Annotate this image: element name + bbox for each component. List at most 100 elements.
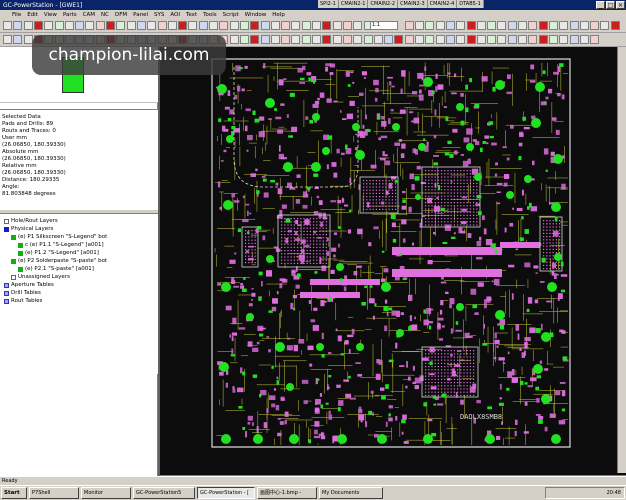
- toolbar-button[interactable]: [425, 21, 435, 30]
- menu-aoi[interactable]: AOI: [167, 12, 183, 18]
- toolbar-button[interactable]: [44, 21, 54, 30]
- menu-parts[interactable]: Parts: [60, 12, 80, 18]
- toolbar-button[interactable]: [590, 35, 600, 44]
- close-button[interactable]: ×: [616, 1, 625, 9]
- toolbar-button[interactable]: [528, 21, 538, 30]
- menu-script[interactable]: Script: [220, 12, 242, 18]
- toolbar-button[interactable]: [363, 35, 373, 44]
- toolbar-button[interactable]: [579, 35, 589, 44]
- tree-node[interactable]: (e) P1.2 "S-Legend" [a001]: [2, 249, 156, 257]
- document-tab[interactable]: CMAIN2-4: [427, 0, 458, 8]
- toolbar-button[interactable]: [322, 35, 332, 44]
- document-tab[interactable]: CMAIN2-1: [338, 0, 369, 8]
- toolbar-button[interactable]: [95, 21, 105, 30]
- toolbar-button[interactable]: [394, 35, 404, 44]
- toolbar-button[interactable]: [281, 35, 291, 44]
- start-button[interactable]: Start: [1, 487, 27, 499]
- pcb-canvas[interactable]: DAOLX8SMB8: [160, 47, 618, 473]
- toolbar-button[interactable]: [528, 35, 538, 44]
- document-tab[interactable]: SPI2-1: [318, 0, 339, 8]
- toolbar-button[interactable]: [209, 21, 218, 30]
- toolbar-button[interactable]: [415, 35, 424, 44]
- toolbar-button[interactable]: [116, 21, 126, 30]
- toolbar-button[interactable]: [301, 35, 311, 44]
- toolbar-button[interactable]: [497, 35, 507, 44]
- taskbar-item-active[interactable]: GC-PowerStation - [: [197, 487, 255, 499]
- toolbar-button[interactable]: [404, 21, 414, 30]
- tree-node[interactable]: Aperture Tables: [2, 281, 156, 289]
- vertical-scrollbar[interactable]: [617, 47, 626, 473]
- toolbar-button[interactable]: [250, 35, 260, 44]
- toolbar-button[interactable]: [559, 21, 569, 30]
- toolbar-button[interactable]: [291, 35, 301, 44]
- toolbar-button[interactable]: [229, 35, 239, 44]
- toolbar-button[interactable]: [507, 35, 517, 44]
- toolbar-button[interactable]: [239, 21, 249, 30]
- menu-file[interactable]: File: [2, 12, 24, 18]
- toolbar-button[interactable]: [487, 35, 497, 44]
- tree-node[interactable]: (e) P1 Silkscreen "S-Legend" bot: [2, 233, 156, 241]
- toolbar-button[interactable]: [476, 21, 486, 30]
- toolbar-button[interactable]: [404, 35, 414, 44]
- toolbar-button[interactable]: [229, 21, 239, 30]
- toolbar-button[interactable]: [106, 21, 115, 30]
- tree-node[interactable]: (e) P2.1 "S-paste" [a001]: [2, 265, 156, 273]
- tree-node[interactable]: Hole/Rout Layers: [2, 217, 156, 225]
- toolbar-button[interactable]: [157, 21, 167, 30]
- document-tab[interactable]: DTAB5-1: [457, 0, 484, 8]
- toolbar-button[interactable]: [13, 35, 23, 44]
- toolbar-button[interactable]: [54, 21, 64, 30]
- toolbar-button[interactable]: [373, 35, 383, 44]
- tree-node[interactable]: Rout Tables: [2, 297, 156, 305]
- minimize-button[interactable]: _: [596, 1, 605, 9]
- toolbar-button[interactable]: [23, 21, 33, 30]
- toolbar-button[interactable]: [456, 35, 466, 44]
- toolbar-button[interactable]: [260, 35, 270, 44]
- toolbar-button[interactable]: [445, 21, 455, 30]
- toolbar-button[interactable]: [610, 21, 620, 30]
- toolbar-button[interactable]: [322, 21, 332, 30]
- document-tab[interactable]: CMAIN2-3: [398, 0, 428, 8]
- toolbar-button[interactable]: [291, 21, 301, 30]
- tree-node[interactable]: Drill Tables: [2, 289, 156, 297]
- toolbar-button[interactable]: [600, 21, 610, 30]
- toolbar-button[interactable]: [260, 21, 270, 30]
- toolbar-button[interactable]: [435, 21, 445, 30]
- document-tab[interactable]: CMAIN2-2: [368, 0, 399, 8]
- toolbar-button[interactable]: [75, 21, 85, 30]
- menu-edit[interactable]: Edit: [24, 12, 41, 18]
- toolbar-button[interactable]: [126, 21, 136, 30]
- toolbar-button[interactable]: [497, 21, 507, 30]
- toolbar-button[interactable]: [435, 35, 445, 44]
- toolbar-button[interactable]: [445, 35, 455, 44]
- menu-view[interactable]: View: [41, 12, 60, 18]
- maximize-button[interactable]: □: [606, 1, 615, 9]
- toolbar-button[interactable]: [13, 21, 23, 30]
- toolbar-button[interactable]: [518, 21, 527, 30]
- toolbar-button[interactable]: [281, 21, 291, 30]
- toolbar-button[interactable]: [579, 21, 589, 30]
- toolbar-button[interactable]: [548, 35, 558, 44]
- toolbar-button[interactable]: [250, 21, 260, 30]
- menu-text[interactable]: Text: [183, 12, 200, 18]
- menu-sys[interactable]: SYS: [151, 12, 167, 18]
- toolbar-button[interactable]: [518, 35, 527, 44]
- toolbar-button[interactable]: [270, 35, 280, 44]
- toolbar-button[interactable]: [548, 21, 558, 30]
- toolbar-button[interactable]: [466, 35, 476, 44]
- toolbar-button[interactable]: [198, 21, 208, 30]
- plus-icon[interactable]: [4, 218, 9, 224]
- toolbar-button[interactable]: [456, 21, 466, 30]
- menu-nc[interactable]: NC: [98, 12, 112, 18]
- taskbar-item[interactable]: Monitor: [81, 487, 131, 499]
- toolbar-button[interactable]: [3, 21, 12, 30]
- toolbar-button[interactable]: [178, 21, 188, 30]
- toolbar-button[interactable]: [147, 21, 157, 30]
- toolbar-button[interactable]: [538, 21, 548, 30]
- toolbar-button[interactable]: [188, 21, 198, 30]
- menu-cam[interactable]: CAM: [80, 12, 98, 18]
- menu-tools[interactable]: Tools: [200, 12, 220, 18]
- menu-window[interactable]: Window: [242, 12, 270, 18]
- toolbar-button[interactable]: [332, 21, 342, 30]
- toolbar-button[interactable]: [33, 21, 43, 30]
